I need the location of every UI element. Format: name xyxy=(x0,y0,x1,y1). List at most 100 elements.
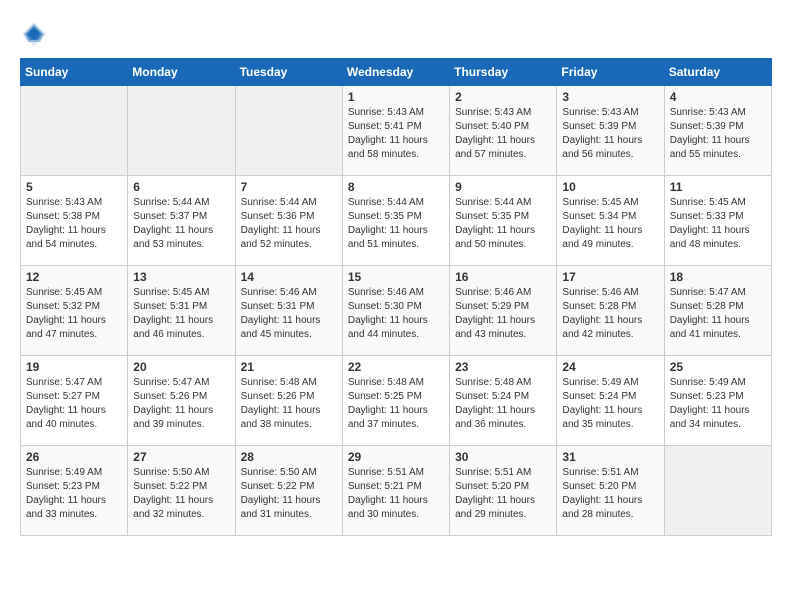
day-number: 24 xyxy=(562,360,658,374)
calendar-cell: 19 Sunrise: 5:47 AM Sunset: 5:27 PM Dayli… xyxy=(21,356,128,446)
calendar-table: SundayMondayTuesdayWednesdayThursdayFrid… xyxy=(20,58,772,536)
calendar-cell: 17 Sunrise: 5:46 AM Sunset: 5:28 PM Dayli… xyxy=(557,266,664,356)
day-info: Sunrise: 5:46 AM Sunset: 5:30 PM Dayligh… xyxy=(348,286,444,342)
day-info: Sunrise: 5:47 AM Sunset: 5:26 PM Dayligh… xyxy=(133,376,229,432)
day-number: 25 xyxy=(670,360,766,374)
calendar-cell: 10 Sunrise: 5:45 AM Sunset: 5:34 PM Dayli… xyxy=(557,176,664,266)
day-number: 27 xyxy=(133,450,229,464)
day-info: Sunrise: 5:45 AM Sunset: 5:32 PM Dayligh… xyxy=(26,286,122,342)
header xyxy=(20,20,772,48)
day-info: Sunrise: 5:43 AM Sunset: 5:40 PM Dayligh… xyxy=(455,106,551,162)
day-number: 12 xyxy=(26,270,122,284)
calendar-cell: 18 Sunrise: 5:47 AM Sunset: 5:28 PM Dayli… xyxy=(664,266,771,356)
week-row-2: 5Sunrise: 5:43 AM Sunset: 5:38 PM Daylig… xyxy=(21,176,772,266)
calendar-cell: 11 Sunrise: 5:45 AM Sunset: 5:33 PM Dayli… xyxy=(664,176,771,266)
calendar-cell: 8Sunrise: 5:44 AM Sunset: 5:35 PM Daylig… xyxy=(342,176,449,266)
day-number: 6 xyxy=(133,180,229,194)
calendar-cell: 3 Sunrise: 5:43 AM Sunset: 5:39 PM Daylig… xyxy=(557,86,664,176)
logo-icon xyxy=(20,20,48,48)
day-info: Sunrise: 5:49 AM Sunset: 5:23 PM Dayligh… xyxy=(26,466,122,522)
calendar-cell: 13Sunrise: 5:45 AM Sunset: 5:31 PM Dayli… xyxy=(128,266,235,356)
day-number: 22 xyxy=(348,360,444,374)
calendar-cell: 20 Sunrise: 5:47 AM Sunset: 5:26 PM Dayli… xyxy=(128,356,235,446)
day-info: Sunrise: 5:43 AM Sunset: 5:39 PM Dayligh… xyxy=(670,106,766,162)
calendar-cell: 25 Sunrise: 5:49 AM Sunset: 5:23 PM Dayli… xyxy=(664,356,771,446)
day-info: Sunrise: 5:48 AM Sunset: 5:26 PM Dayligh… xyxy=(241,376,337,432)
calendar-cell xyxy=(235,86,342,176)
week-row-4: 19 Sunrise: 5:47 AM Sunset: 5:27 PM Dayli… xyxy=(21,356,772,446)
calendar-cell: 1 Sunrise: 5:43 AM Sunset: 5:41 PM Daylig… xyxy=(342,86,449,176)
week-row-5: 26 Sunrise: 5:49 AM Sunset: 5:23 PM Dayli… xyxy=(21,446,772,536)
day-number: 20 xyxy=(133,360,229,374)
logo xyxy=(20,20,52,48)
calendar-cell: 6 Sunrise: 5:44 AM Sunset: 5:37 PM Daylig… xyxy=(128,176,235,266)
calendar-cell: 31 Sunrise: 5:51 AM Sunset: 5:20 PM Dayli… xyxy=(557,446,664,536)
calendar-cell: 9Sunrise: 5:44 AM Sunset: 5:35 PM Daylig… xyxy=(450,176,557,266)
day-info: Sunrise: 5:50 AM Sunset: 5:22 PM Dayligh… xyxy=(241,466,337,522)
calendar-cell: 23 Sunrise: 5:48 AM Sunset: 5:24 PM Dayli… xyxy=(450,356,557,446)
day-info: Sunrise: 5:45 AM Sunset: 5:33 PM Dayligh… xyxy=(670,196,766,252)
day-number: 3 xyxy=(562,90,658,104)
day-number: 26 xyxy=(26,450,122,464)
day-number: 17 xyxy=(562,270,658,284)
day-info: Sunrise: 5:43 AM Sunset: 5:41 PM Dayligh… xyxy=(348,106,444,162)
day-number: 19 xyxy=(26,360,122,374)
day-number: 15 xyxy=(348,270,444,284)
calendar-cell: 27 Sunrise: 5:50 AM Sunset: 5:22 PM Dayli… xyxy=(128,446,235,536)
day-number: 10 xyxy=(562,180,658,194)
day-info: Sunrise: 5:51 AM Sunset: 5:21 PM Dayligh… xyxy=(348,466,444,522)
day-info: Sunrise: 5:43 AM Sunset: 5:39 PM Dayligh… xyxy=(562,106,658,162)
calendar-cell: 2 Sunrise: 5:43 AM Sunset: 5:40 PM Daylig… xyxy=(450,86,557,176)
calendar-cell: 28 Sunrise: 5:50 AM Sunset: 5:22 PM Dayli… xyxy=(235,446,342,536)
day-header-saturday: Saturday xyxy=(664,59,771,86)
day-number: 7 xyxy=(241,180,337,194)
day-number: 1 xyxy=(348,90,444,104)
day-header-sunday: Sunday xyxy=(21,59,128,86)
day-info: Sunrise: 5:48 AM Sunset: 5:24 PM Dayligh… xyxy=(455,376,551,432)
calendar-cell: 5Sunrise: 5:43 AM Sunset: 5:38 PM Daylig… xyxy=(21,176,128,266)
day-number: 4 xyxy=(670,90,766,104)
day-number: 23 xyxy=(455,360,551,374)
day-info: Sunrise: 5:46 AM Sunset: 5:31 PM Dayligh… xyxy=(241,286,337,342)
day-info: Sunrise: 5:47 AM Sunset: 5:27 PM Dayligh… xyxy=(26,376,122,432)
calendar-cell xyxy=(664,446,771,536)
calendar-cell: 4 Sunrise: 5:43 AM Sunset: 5:39 PM Daylig… xyxy=(664,86,771,176)
calendar-cell: 30Sunrise: 5:51 AM Sunset: 5:20 PM Dayli… xyxy=(450,446,557,536)
day-number: 31 xyxy=(562,450,658,464)
calendar-cell xyxy=(128,86,235,176)
day-header-monday: Monday xyxy=(128,59,235,86)
day-info: Sunrise: 5:45 AM Sunset: 5:34 PM Dayligh… xyxy=(562,196,658,252)
day-info: Sunrise: 5:50 AM Sunset: 5:22 PM Dayligh… xyxy=(133,466,229,522)
header-row: SundayMondayTuesdayWednesdayThursdayFrid… xyxy=(21,59,772,86)
day-number: 18 xyxy=(670,270,766,284)
day-info: Sunrise: 5:43 AM Sunset: 5:38 PM Dayligh… xyxy=(26,196,122,252)
day-info: Sunrise: 5:51 AM Sunset: 5:20 PM Dayligh… xyxy=(455,466,551,522)
day-info: Sunrise: 5:46 AM Sunset: 5:29 PM Dayligh… xyxy=(455,286,551,342)
day-info: Sunrise: 5:47 AM Sunset: 5:28 PM Dayligh… xyxy=(670,286,766,342)
day-number: 28 xyxy=(241,450,337,464)
calendar-cell: 14Sunrise: 5:46 AM Sunset: 5:31 PM Dayli… xyxy=(235,266,342,356)
week-row-3: 12 Sunrise: 5:45 AM Sunset: 5:32 PM Dayli… xyxy=(21,266,772,356)
week-row-1: 1 Sunrise: 5:43 AM Sunset: 5:41 PM Daylig… xyxy=(21,86,772,176)
day-number: 29 xyxy=(348,450,444,464)
day-info: Sunrise: 5:48 AM Sunset: 5:25 PM Dayligh… xyxy=(348,376,444,432)
day-info: Sunrise: 5:44 AM Sunset: 5:35 PM Dayligh… xyxy=(455,196,551,252)
calendar-cell: 29 Sunrise: 5:51 AM Sunset: 5:21 PM Dayli… xyxy=(342,446,449,536)
day-info: Sunrise: 5:49 AM Sunset: 5:23 PM Dayligh… xyxy=(670,376,766,432)
calendar-cell: 7Sunrise: 5:44 AM Sunset: 5:36 PM Daylig… xyxy=(235,176,342,266)
day-info: Sunrise: 5:51 AM Sunset: 5:20 PM Dayligh… xyxy=(562,466,658,522)
day-header-thursday: Thursday xyxy=(450,59,557,86)
day-number: 8 xyxy=(348,180,444,194)
day-info: Sunrise: 5:46 AM Sunset: 5:28 PM Dayligh… xyxy=(562,286,658,342)
day-number: 2 xyxy=(455,90,551,104)
day-header-friday: Friday xyxy=(557,59,664,86)
calendar-cell: 24 Sunrise: 5:49 AM Sunset: 5:24 PM Dayli… xyxy=(557,356,664,446)
calendar-cell: 15 Sunrise: 5:46 AM Sunset: 5:30 PM Dayli… xyxy=(342,266,449,356)
day-info: Sunrise: 5:49 AM Sunset: 5:24 PM Dayligh… xyxy=(562,376,658,432)
calendar-cell: 12 Sunrise: 5:45 AM Sunset: 5:32 PM Dayli… xyxy=(21,266,128,356)
day-number: 21 xyxy=(241,360,337,374)
day-info: Sunrise: 5:44 AM Sunset: 5:37 PM Dayligh… xyxy=(133,196,229,252)
calendar-cell xyxy=(21,86,128,176)
day-number: 11 xyxy=(670,180,766,194)
day-number: 16 xyxy=(455,270,551,284)
